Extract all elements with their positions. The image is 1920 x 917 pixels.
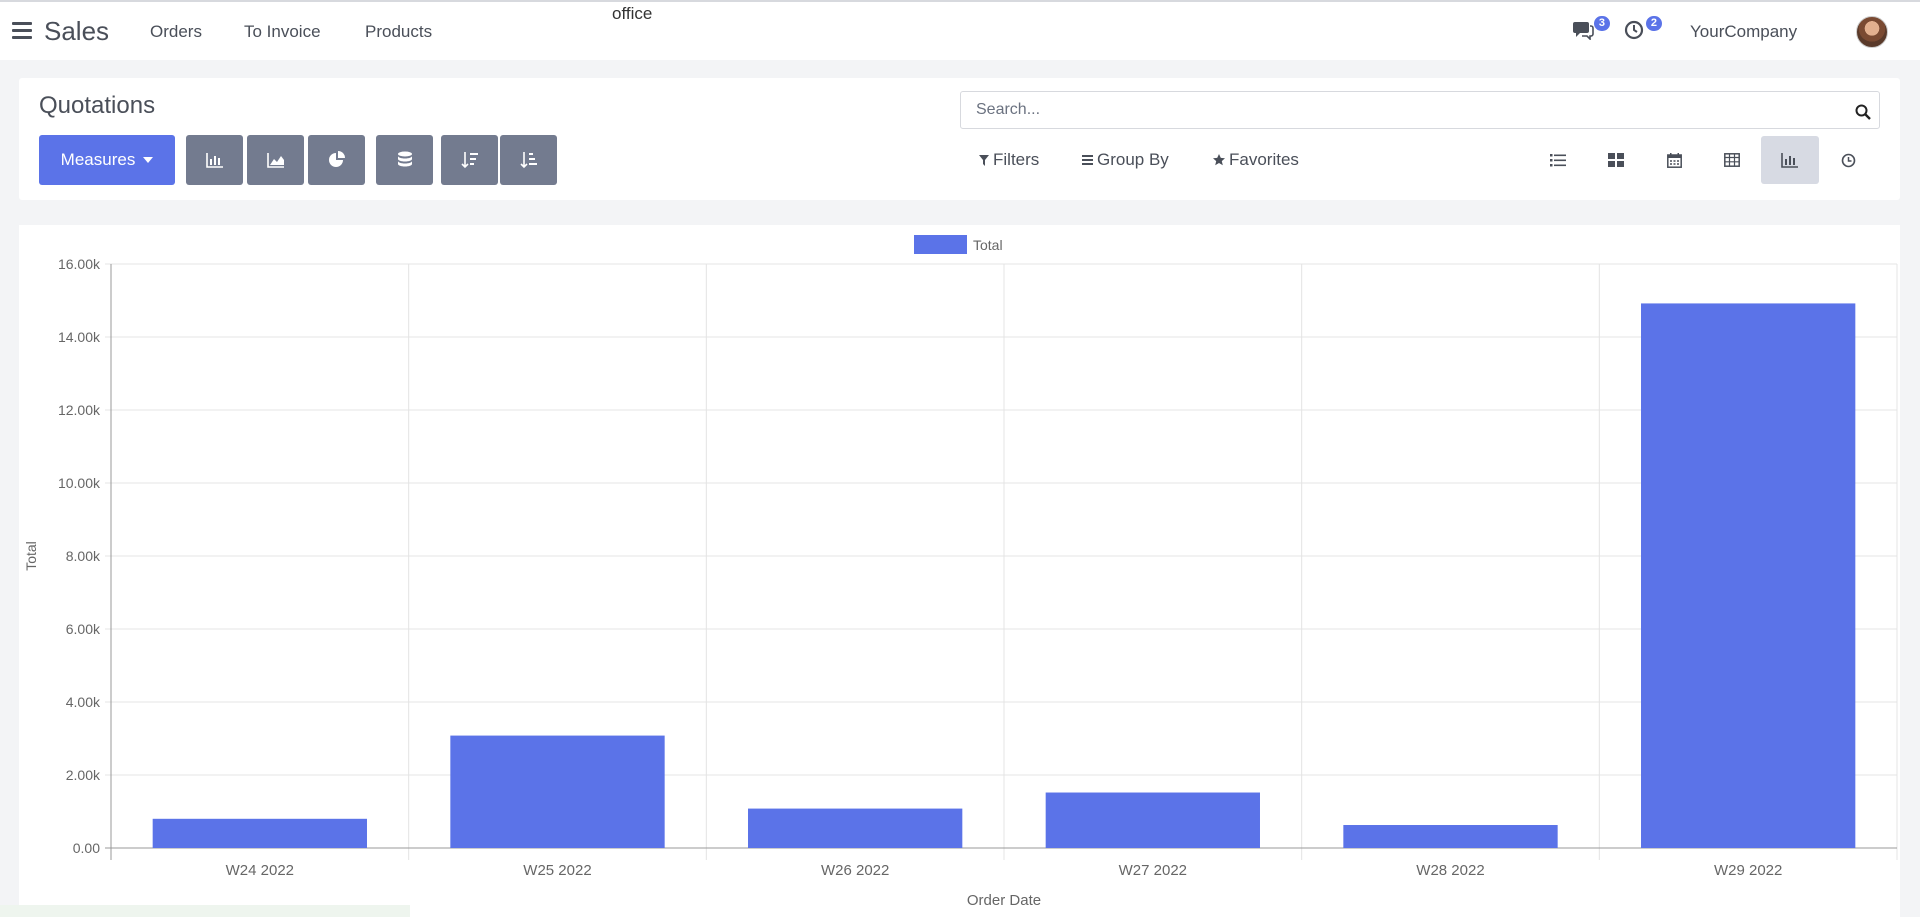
- bars-icon: [1082, 155, 1093, 165]
- kanban-view-icon: [1608, 153, 1624, 167]
- nav-item-to-invoice[interactable]: To Invoice: [244, 22, 321, 42]
- bar-w28-2022: [1343, 825, 1558, 848]
- activity-view-button[interactable]: [1819, 136, 1877, 184]
- filters-label: Filters: [993, 150, 1040, 169]
- top-navbar: Sales Orders To Invoice Products office …: [0, 0, 1920, 60]
- line-chart-button[interactable]: [247, 135, 304, 185]
- chart-panel: 0.00 2.00k 4.00k 6.00k 8.00k 10.00k 12.00k 14.0…: [19, 225, 1900, 917]
- activity-view-icon: [1841, 153, 1855, 167]
- pie-chart-button[interactable]: [308, 135, 365, 185]
- user-avatar[interactable]: [1856, 16, 1888, 48]
- activities-icon[interactable]: 2: [1624, 16, 1662, 42]
- x-tick-label: W24 2022: [226, 862, 294, 879]
- list-view-button[interactable]: [1529, 136, 1587, 184]
- app-name[interactable]: Sales: [44, 16, 109, 47]
- y-tick-label: 6.00k: [66, 621, 101, 637]
- x-axis-title: Order Date: [967, 892, 1041, 909]
- x-tick-label: W29 2022: [1714, 862, 1782, 879]
- area-chart-icon: [266, 153, 284, 168]
- bar-chart: 0.00 2.00k 4.00k 6.00k 8.00k 10.00k 12.00k 14.0…: [23, 235, 1898, 909]
- sort-ascending-button[interactable]: [500, 135, 557, 185]
- page-title: Quotations: [39, 92, 156, 119]
- y-tick-label: 10.00k: [58, 475, 101, 491]
- y-tick-label: 4.00k: [66, 694, 101, 710]
- x-tick-label: W26 2022: [821, 862, 889, 879]
- star-icon: [1213, 154, 1225, 166]
- y-tick-label: 0.00: [73, 840, 100, 856]
- hamburger-menu-icon[interactable]: [12, 22, 32, 39]
- bar-w29-2022: [1641, 303, 1856, 848]
- bar-w24-2022: [152, 818, 367, 848]
- graph-view-icon: [1781, 153, 1798, 168]
- bar-w26-2022: [748, 808, 963, 848]
- kanban-view-button[interactable]: [1587, 136, 1645, 184]
- favorites-label: Favorites: [1229, 150, 1299, 169]
- pivot-view-button[interactable]: [1703, 136, 1761, 184]
- filter-icon: [979, 154, 989, 166]
- stacked-button[interactable]: [376, 135, 433, 185]
- sort-descending-button[interactable]: [441, 135, 498, 185]
- control-panel: Quotations Measures Filters Group By Fav…: [19, 78, 1900, 200]
- y-axis-title: Total: [23, 541, 39, 571]
- nav-item-products[interactable]: Products: [365, 22, 432, 42]
- pie-chart-icon: [328, 151, 345, 167]
- bar-w25-2022: [450, 735, 665, 848]
- group-by-dropdown[interactable]: Group By: [1082, 150, 1169, 170]
- bar-w27-2022: [1045, 792, 1260, 848]
- caret-down-icon: [143, 157, 154, 163]
- database-icon: [397, 151, 412, 167]
- y-tick-label: 14.00k: [58, 329, 101, 345]
- office-label: office: [612, 4, 653, 23]
- measures-button[interactable]: Measures: [39, 135, 175, 185]
- bar-chart-icon: [205, 153, 223, 168]
- favorites-dropdown[interactable]: Favorites: [1213, 150, 1299, 170]
- legend-swatch: [914, 235, 967, 254]
- measures-label: Measures: [60, 150, 136, 169]
- x-tick-label: W28 2022: [1416, 862, 1484, 879]
- list-view-icon: [1550, 154, 1566, 167]
- search-icon[interactable]: [1855, 104, 1871, 120]
- y-tick-label: 8.00k: [66, 548, 101, 564]
- calendar-view-icon: [1666, 152, 1682, 168]
- filters-dropdown[interactable]: Filters: [979, 150, 1039, 170]
- x-tick-label: W27 2022: [1119, 862, 1187, 879]
- messages-badge: 3: [1593, 16, 1610, 31]
- messages-icon[interactable]: 3: [1572, 16, 1610, 42]
- nav-item-orders[interactable]: Orders: [150, 22, 202, 42]
- pivot-view-icon: [1724, 153, 1740, 167]
- activities-badge: 2: [1645, 16, 1662, 31]
- calendar-view-button[interactable]: [1645, 136, 1703, 184]
- y-tick-label: 12.00k: [58, 402, 101, 418]
- search-input[interactable]: [976, 92, 1836, 128]
- y-tick-label: 16.00k: [58, 256, 101, 272]
- group-by-label: Group By: [1097, 150, 1169, 169]
- sort-ascending-icon: [519, 152, 537, 169]
- company-switcher[interactable]: YourCompany: [1690, 22, 1797, 42]
- search-box: [960, 91, 1880, 129]
- sort-descending-icon: [460, 152, 478, 169]
- legend-label: Total: [973, 237, 1003, 253]
- x-tick-label: W25 2022: [523, 862, 591, 879]
- graph-view-button[interactable]: [1761, 136, 1819, 184]
- status-strip: [0, 905, 410, 917]
- bar-chart-button[interactable]: [186, 135, 243, 185]
- y-tick-label: 2.00k: [66, 767, 101, 783]
